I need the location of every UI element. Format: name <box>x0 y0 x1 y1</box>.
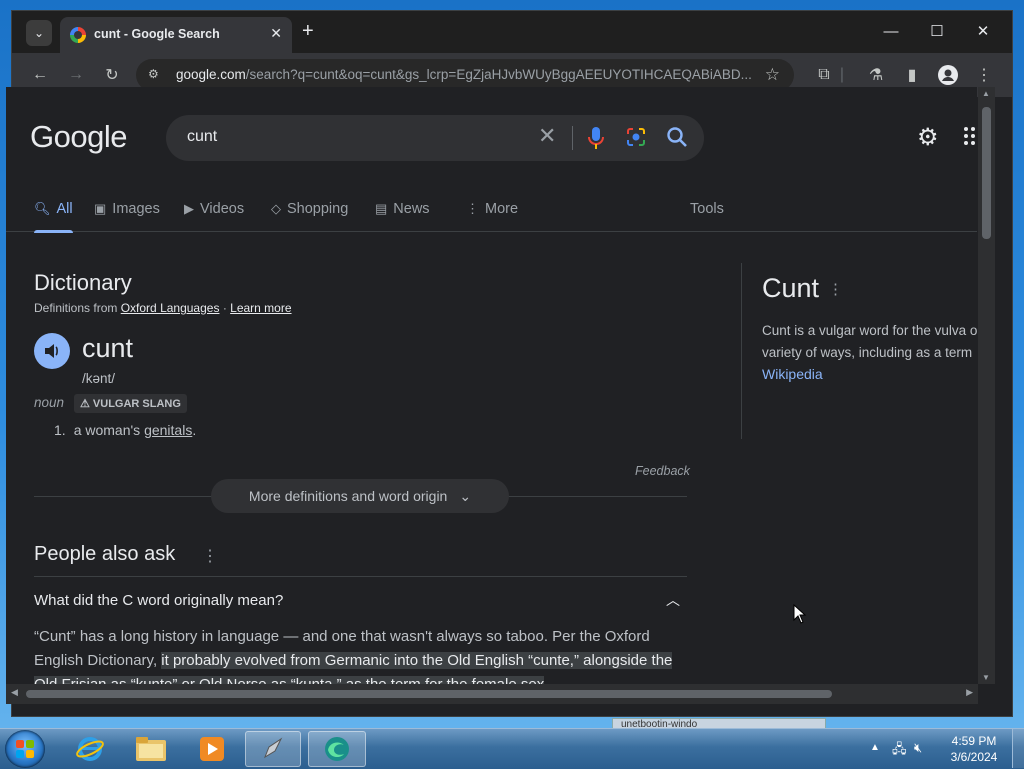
toolbar-divider: | <box>839 66 845 83</box>
side-panel-icon[interactable]: ▮ <box>900 63 924 87</box>
windows-logo-icon <box>16 740 34 758</box>
settings-gear-icon[interactable]: ⚙ <box>917 126 939 150</box>
more-options-icon[interactable]: ⋮ <box>202 546 218 566</box>
knowledge-panel-menu-icon[interactable]: ⋮ <box>828 280 843 298</box>
browser-menu-icon[interactable]: ⋮ <box>972 63 996 87</box>
definition-item: 1. a woman's genitals. <box>54 422 197 438</box>
tag-icon: ◇ <box>271 201 281 216</box>
scrollbar-thumb[interactable] <box>26 690 832 698</box>
google-apps-icon[interactable] <box>964 127 977 147</box>
genitals-link[interactable]: genitals <box>144 422 192 438</box>
image-icon: ▣ <box>94 201 107 216</box>
chevron-up-icon[interactable]: ︿ <box>666 590 680 610</box>
close-tab-icon[interactable]: ✕ <box>270 25 282 42</box>
forward-icon[interactable]: → <box>64 63 88 87</box>
google-logo[interactable]: Google <box>30 119 127 155</box>
tab-shopping[interactable]: ◇ Shopping <box>271 201 348 217</box>
search-box[interactable]: cunt ✕ <box>166 115 704 161</box>
mouse-cursor-icon <box>793 604 807 624</box>
tab-all[interactable]: 🔍︎ All <box>34 201 73 233</box>
search-tabs: 🔍︎ All ▣ Images ▶ Videos ◇ Shopping ▤ News ⋮ M… <box>6 187 977 233</box>
address-url[interactable]: google.com/search?q=cunt&oq=cunt&gs_lcrp… <box>176 67 752 82</box>
vertical-scrollbar[interactable]: ▲ ▼ <box>978 87 995 684</box>
chevron-down-icon: ⌄ <box>459 487 472 504</box>
reload-icon[interactable]: ↻ <box>100 63 124 87</box>
tab-more[interactable]: ⋮ More <box>466 201 518 217</box>
file-explorer-icon[interactable] <box>123 731 179 767</box>
network-icon[interactable]: 🖧︎ <box>892 740 907 762</box>
dictionary-source: Definitions from Oxford Languages · Lear… <box>34 301 292 315</box>
more-definitions-button[interactable]: More definitions and word origin ⌄ <box>211 479 509 513</box>
site-info-icon[interactable]: ⚙ <box>148 67 164 83</box>
tab-news[interactable]: ▤ News <box>375 201 430 217</box>
more-vertical-icon: ⋮ <box>466 201 479 216</box>
video-icon: ▶ <box>184 201 194 216</box>
edge-browser-icon[interactable] <box>308 731 366 767</box>
dictionary-heading: Dictionary <box>34 270 132 295</box>
tab-images[interactable]: ▣ Images <box>94 201 160 217</box>
warning-icon: ⚠ <box>80 398 93 410</box>
usage-badge: ⚠ VULGAR SLANG <box>74 394 187 413</box>
phonetic-spelling: /kənt/ <box>82 371 116 386</box>
tab-title: cunt - Google Search <box>94 27 220 41</box>
oxford-languages-link[interactable]: Oxford Languages <box>121 301 220 315</box>
scroll-left-icon[interactable]: ◀ <box>11 687 18 698</box>
media-player-icon[interactable] <box>184 731 240 767</box>
tab-videos[interactable]: ▶ Videos <box>184 201 244 217</box>
bookmark-star-icon[interactable]: ☆ <box>765 65 780 85</box>
feedback-link[interactable]: Feedback <box>635 464 690 478</box>
scroll-right-icon[interactable]: ▶ <box>966 687 973 698</box>
minimize-button[interactable]: — <box>868 17 914 45</box>
internet-explorer-icon[interactable] <box>62 731 118 767</box>
search-icon: 🔍︎ <box>34 201 51 216</box>
dictionary-word: cunt <box>82 333 134 363</box>
browser-tab[interactable]: cunt - Google Search ✕ <box>60 17 292 53</box>
tray-chevron-icon[interactable]: ▲ <box>870 742 880 753</box>
back-icon[interactable]: ← <box>28 63 52 87</box>
system-clock[interactable]: 4:59 PM 3/6/2024 <box>940 733 1008 765</box>
show-desktop-button[interactable] <box>1012 729 1024 768</box>
voice-search-icon[interactable] <box>586 125 606 151</box>
extensions-icon[interactable]: ⧉ <box>812 63 836 87</box>
new-tab-button[interactable]: + <box>302 21 314 41</box>
answer-text: “Cunt” has a long history in language — … <box>34 625 684 684</box>
clear-search-icon[interactable]: ✕ <box>538 125 556 147</box>
divider <box>34 576 687 577</box>
search-query[interactable]: cunt <box>187 128 217 146</box>
google-lens-icon[interactable] <box>626 127 646 147</box>
people-also-ask-heading: People also ask <box>34 543 176 565</box>
volume-muted-icon[interactable]: 🔇︎ <box>914 740 922 756</box>
horizontal-scrollbar[interactable]: ◀ ▶ <box>6 684 978 704</box>
scroll-up-icon[interactable]: ▲ <box>982 89 990 98</box>
start-button[interactable] <box>5 730 45 768</box>
profile-avatar-icon[interactable] <box>936 63 960 87</box>
speaker-icon <box>45 344 58 358</box>
pronunciation-speaker-button[interactable] <box>34 333 70 369</box>
question-item[interactable]: What did the C word originally mean? <box>34 592 283 609</box>
app-icon-rocket[interactable] <box>245 731 301 767</box>
scroll-down-icon[interactable]: ▼ <box>982 673 990 682</box>
labs-flask-icon[interactable]: ⚗ <box>864 63 888 87</box>
search-divider <box>572 126 573 150</box>
knowledge-panel-description: Cunt is a vulgar word for the vulva o va… <box>762 323 977 360</box>
search-icon[interactable] <box>666 126 688 148</box>
learn-more-link[interactable]: Learn more <box>230 301 291 315</box>
knowledge-panel-title: Cunt <box>762 273 820 303</box>
search-results-page: Google cunt ✕ ⚙ 🔍︎All ▣Images ▶Videos <box>6 87 977 684</box>
knowledge-panel-divider <box>741 263 742 439</box>
maximize-button[interactable]: ☐ <box>914 17 960 45</box>
news-icon: ▤ <box>375 201 388 216</box>
scrollbar-thumb[interactable] <box>982 107 991 239</box>
tab-strip: ⌄ cunt - Google Search ✕ + — ☐ ✕ <box>12 11 1012 53</box>
google-favicon-icon <box>70 27 86 43</box>
close-window-button[interactable]: ✕ <box>960 17 1006 45</box>
tools-button[interactable]: Tools <box>690 201 724 217</box>
wikipedia-link[interactable]: Wikipedia <box>762 366 823 382</box>
part-of-speech: noun <box>34 395 65 410</box>
tab-search-button[interactable]: ⌄ <box>26 20 52 46</box>
